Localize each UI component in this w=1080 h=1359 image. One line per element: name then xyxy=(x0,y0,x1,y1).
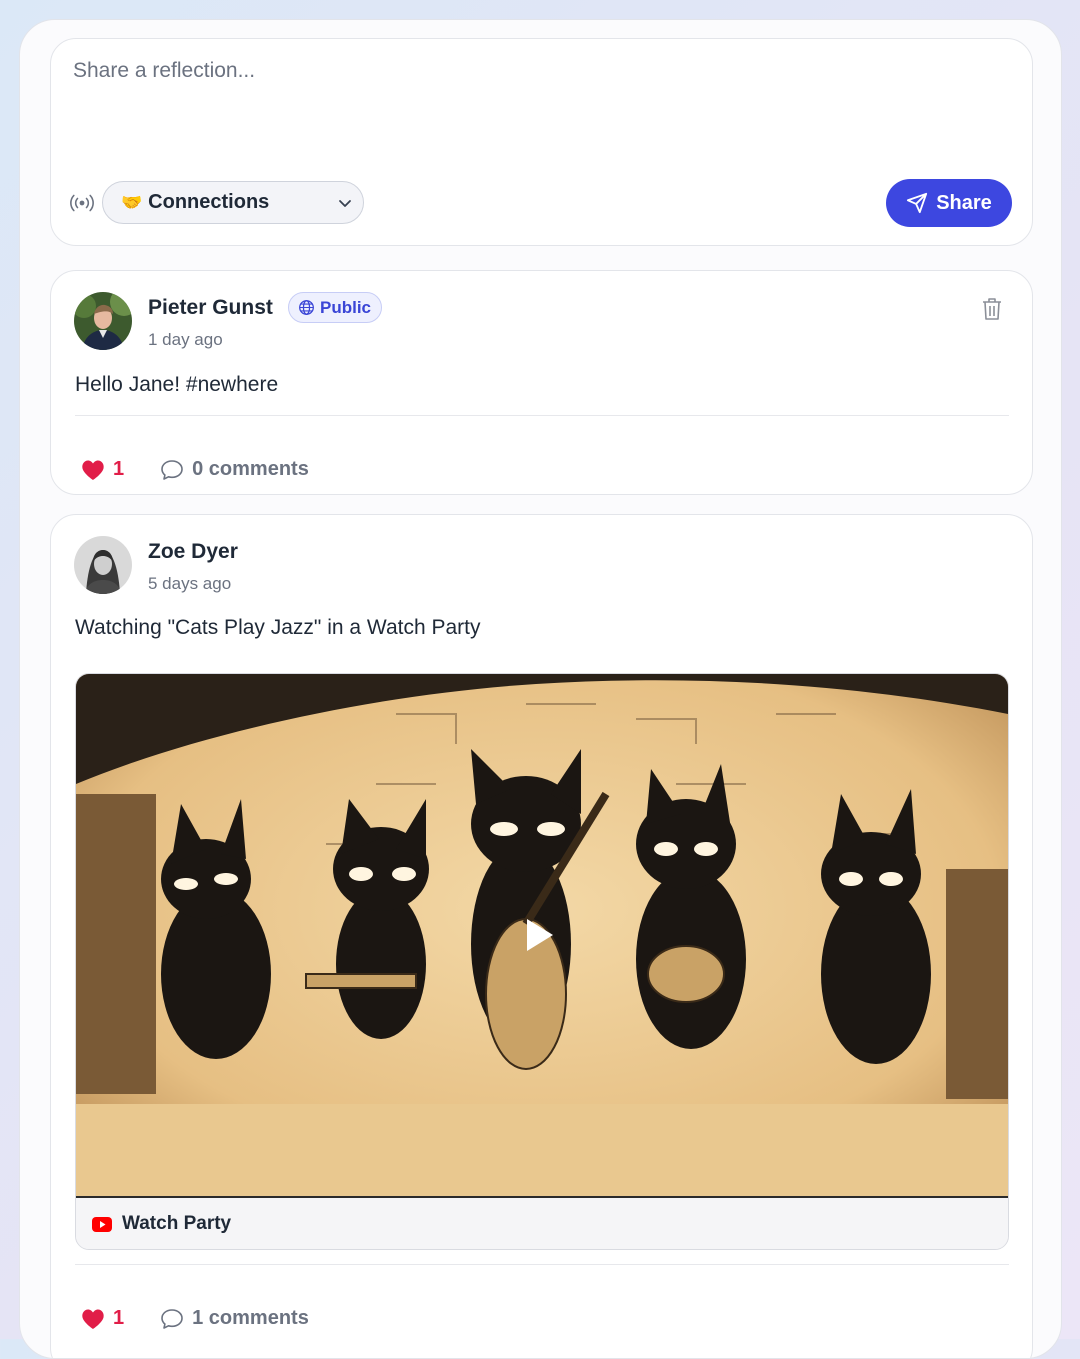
video-thumbnail[interactable] xyxy=(76,674,1008,1196)
divider xyxy=(75,415,1009,416)
comments-button[interactable]: 1 comments xyxy=(160,1307,309,1330)
comment-icon xyxy=(161,1308,183,1329)
post-actions: 1 0 comments xyxy=(81,458,309,481)
post-card: Pieter Gunst Public 1 day ago Hello Jane… xyxy=(50,270,1033,495)
trash-icon[interactable] xyxy=(980,296,1004,322)
like-count: 1 xyxy=(113,1307,125,1329)
heart-icon xyxy=(82,1309,104,1329)
avatar[interactable] xyxy=(74,536,132,594)
handshake-icon: 🤝 xyxy=(121,192,143,212)
post-time: 5 days ago xyxy=(148,574,232,593)
post-card: Zoe Dyer 5 days ago Watching "Cats Play … xyxy=(50,514,1033,1358)
broadcast-icon xyxy=(70,194,94,212)
media-footer[interactable]: Watch Party xyxy=(76,1196,1008,1249)
comments-count: 0 comments xyxy=(192,458,309,480)
like-button[interactable]: 1 xyxy=(81,1307,124,1330)
composer-card: 🤝 Connections Share xyxy=(50,38,1033,246)
youtube-icon xyxy=(92,1216,112,1232)
globe-icon xyxy=(299,300,314,315)
media-label: Watch Party xyxy=(122,1213,232,1234)
reflection-input[interactable] xyxy=(73,59,1003,169)
post-text: Hello Jane! #newhere xyxy=(75,373,279,396)
post-time: 1 day ago xyxy=(148,330,223,349)
divider xyxy=(75,1264,1009,1265)
heart-icon xyxy=(82,460,104,480)
author-name[interactable]: Zoe Dyer xyxy=(148,540,238,564)
audience-label: Connections xyxy=(148,191,270,213)
post-text: Watching "Cats Play Jazz" in a Watch Par… xyxy=(75,616,481,639)
audience-select[interactable]: 🤝 Connections xyxy=(102,181,364,224)
comments-count: 1 comments xyxy=(192,1307,309,1329)
visibility-badge: Public xyxy=(288,292,383,323)
comment-icon xyxy=(161,459,183,480)
badge-label: Public xyxy=(320,297,372,317)
comments-button[interactable]: 0 comments xyxy=(160,458,309,481)
author-name[interactable]: Pieter Gunst xyxy=(148,296,273,320)
media-embed: Watch Party xyxy=(75,673,1009,1250)
feed-panel: 🤝 Connections Share Piete xyxy=(19,19,1062,1359)
avatar[interactable] xyxy=(74,292,132,350)
like-button[interactable]: 1 xyxy=(81,458,124,481)
share-button[interactable]: Share xyxy=(886,179,1012,227)
post-actions: 1 1 comments xyxy=(81,1307,309,1330)
like-count: 1 xyxy=(113,458,125,480)
share-label: Share xyxy=(936,191,992,214)
chevron-down-icon xyxy=(339,200,351,207)
send-icon xyxy=(907,192,928,214)
